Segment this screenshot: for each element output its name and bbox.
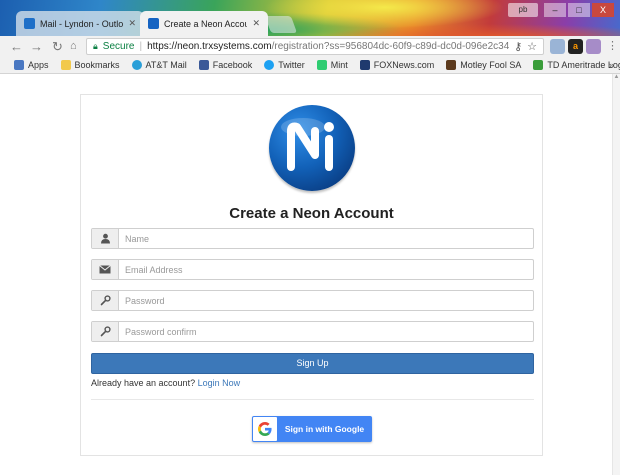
divider xyxy=(91,399,534,400)
maximize-button[interactable]: □ xyxy=(568,3,590,17)
folder-icon xyxy=(60,60,71,70)
bookmarks-bar: Apps Bookmarks AT&T Mail Facebook Twitte… xyxy=(0,57,620,74)
bookmark-mint[interactable]: Mint xyxy=(316,60,348,70)
amazon-icon[interactable]: a xyxy=(568,39,583,54)
secure-label: Secure xyxy=(102,41,135,52)
scroll-up-icon[interactable]: ▲ xyxy=(613,74,620,80)
back-icon[interactable]: ← xyxy=(10,39,23,54)
bookmark-td-ameritrade[interactable]: TD Ameritrade Login xyxy=(533,60,620,70)
tab-title: Create a Neon Account xyxy=(164,18,248,29)
bookmark-label: FOXNews.com xyxy=(373,60,435,70)
bookmark-facebook[interactable]: Facebook xyxy=(198,60,253,70)
sign-up-button[interactable]: Sign Up xyxy=(91,353,534,374)
window-controls: pb – □ X xyxy=(508,3,614,17)
tab-strip: Mail - Lyndon - Outlook ✕ Create a Neon … xyxy=(0,0,620,36)
name-input[interactable] xyxy=(119,229,533,248)
url-host: https://neon.trxsystems.com xyxy=(147,41,272,52)
close-tab-icon[interactable]: ✕ xyxy=(128,18,136,29)
email-field xyxy=(91,259,534,280)
bookmark-label: Facebook xyxy=(212,60,253,70)
more-bookmarks-button[interactable]: » xyxy=(609,60,614,70)
neon-logo-mark xyxy=(281,118,334,171)
bookmark-motley-fool[interactable]: Motley Fool SA xyxy=(446,60,521,70)
google-icon xyxy=(253,417,277,441)
extension-icon[interactable] xyxy=(586,39,601,54)
close-window-button[interactable]: X xyxy=(592,3,614,17)
bookmark-label: AT&T Mail xyxy=(145,60,187,70)
google-sign-in-button[interactable]: Sign in with Google xyxy=(252,416,372,442)
bookmark-label: Bookmarks xyxy=(74,60,120,70)
twitter-icon xyxy=(264,60,275,70)
password-field xyxy=(91,290,534,311)
page-content: ▲ Create a Neon Account Name Email Addre… xyxy=(0,74,620,475)
facebook-icon xyxy=(198,60,209,70)
url-separator: | xyxy=(139,41,143,52)
page-title: Create a Neon Account xyxy=(229,205,394,222)
bookmark-twitter[interactable]: Twitter xyxy=(264,60,305,70)
tab-title: Mail - Lyndon - Outlook xyxy=(40,18,124,29)
neon-logo xyxy=(269,105,355,191)
reload-icon[interactable]: ↻ xyxy=(52,39,63,54)
new-tab-button[interactable] xyxy=(264,16,298,33)
name-field xyxy=(91,228,534,249)
profile-button[interactable]: pb xyxy=(508,3,538,17)
menu-icon[interactable]: ⋮ xyxy=(607,39,618,54)
registration-card: Create a Neon Account Sign Up xyxy=(80,94,543,456)
bookmark-att[interactable]: AT&T Mail xyxy=(131,60,187,70)
password-confirm-input[interactable] xyxy=(119,322,533,341)
bookmark-label: Apps xyxy=(28,60,49,70)
apps-icon xyxy=(14,60,24,70)
envelope-icon xyxy=(92,260,119,279)
bookmark-foxnews[interactable]: FOXNews.com xyxy=(359,60,435,70)
scrollbar[interactable]: ▲ xyxy=(612,74,620,475)
url-path: /registration?ss=956804dc-60f9-c89d-dc0d… xyxy=(271,41,510,52)
password-confirm-field xyxy=(91,321,534,342)
close-tab-icon[interactable]: ✕ xyxy=(252,18,260,29)
password-input[interactable] xyxy=(119,291,533,310)
neon-icon xyxy=(148,18,159,29)
forward-icon[interactable]: → xyxy=(30,39,43,54)
bookmark-folder[interactable]: Bookmarks xyxy=(60,60,120,70)
key-icon xyxy=(92,322,119,341)
address-bar[interactable]: 🔒︎ Secure | https://neon.trxsystems.com/… xyxy=(86,38,544,55)
email-input[interactable] xyxy=(119,260,533,279)
url-text: https://neon.trxsystems.com/registration… xyxy=(147,41,509,52)
home-icon[interactable]: ⌂ xyxy=(70,39,77,54)
bookmark-apps[interactable]: Apps xyxy=(14,60,49,70)
extension-icon[interactable] xyxy=(550,39,565,54)
bookmark-label: Twitter xyxy=(278,60,305,70)
bookmark-label: Motley Fool SA xyxy=(460,60,522,70)
key-icon[interactable]: ⚷ xyxy=(514,40,522,53)
user-icon xyxy=(92,229,119,248)
tab-neon[interactable]: Create a Neon Account ✕ xyxy=(140,11,268,36)
td-ameritrade-icon xyxy=(533,60,544,70)
browser-toolbar: ← → ↻ ⌂ 🔒︎ Secure | https://neon.trxsyst… xyxy=(0,36,620,57)
minimize-button[interactable]: – xyxy=(544,3,566,17)
foxnews-icon xyxy=(359,60,370,70)
login-prompt-text: Already have an account? xyxy=(91,378,196,388)
tab-outlook[interactable]: Mail - Lyndon - Outlook ✕ xyxy=(16,11,144,36)
browser-chrome: Mail - Lyndon - Outlook ✕ Create a Neon … xyxy=(0,0,620,74)
bookmark-label: Mint xyxy=(330,60,348,70)
google-sign-in-label: Sign in with Google xyxy=(284,424,365,434)
key-icon xyxy=(92,291,119,310)
bookmark-star-icon[interactable]: ☆ xyxy=(527,40,537,53)
login-prompt: Already have an account? Login Now xyxy=(91,378,240,388)
mint-icon xyxy=(316,60,327,70)
att-icon xyxy=(131,60,142,70)
lock-icon: 🔒︎ xyxy=(93,41,98,51)
motley-fool-icon xyxy=(446,60,457,70)
login-now-link[interactable]: Login Now xyxy=(198,378,241,388)
outlook-icon xyxy=(24,18,35,29)
